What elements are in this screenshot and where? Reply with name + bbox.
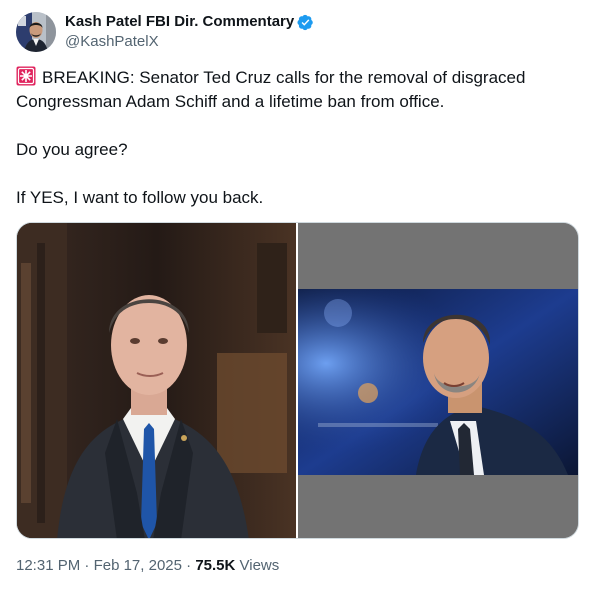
tweet-line-2: Do you agree?: [16, 140, 128, 159]
tweet-meta: 12:31 PM · Feb 17, 2025 · 75.5K Views: [16, 556, 279, 576]
police-car-light-icon: [16, 66, 36, 86]
views-label: Views: [239, 557, 280, 574]
tweet: Kash Patel FBI Dir. Commentary @KashPate…: [0, 0, 611, 593]
author-handle[interactable]: @KashPatelX: [65, 33, 159, 51]
tweet-text: BREAKING: Senator Ted Cruz calls for the…: [16, 66, 591, 210]
schiff-photo: [17, 223, 296, 538]
tweet-date[interactable]: Feb 17, 2025: [94, 557, 182, 574]
tweet-line-1: BREAKING: Senator Ted Cruz calls for the…: [16, 66, 591, 114]
meta-separator-2: ·: [186, 557, 192, 574]
cruz-photo: [298, 223, 578, 538]
meta-separator-1: ·: [84, 557, 90, 574]
author-name-row: Kash Patel FBI Dir. Commentary: [65, 13, 314, 31]
media-grid: [16, 222, 579, 539]
media-image-1[interactable]: [17, 223, 296, 538]
avatar[interactable]: [16, 12, 56, 52]
avatar-image: [16, 12, 56, 52]
tweet-line-1-text: BREAKING: Senator Ted Cruz calls for the…: [16, 68, 526, 111]
author-display-name[interactable]: Kash Patel FBI Dir. Commentary: [65, 13, 294, 31]
tweet-line-3: If YES, I want to follow you back.: [16, 188, 264, 207]
views-count[interactable]: 75.5K: [195, 557, 235, 574]
media-image-2[interactable]: [298, 223, 578, 538]
verified-badge-icon[interactable]: [297, 14, 314, 31]
tweet-time[interactable]: 12:31 PM: [16, 557, 80, 574]
